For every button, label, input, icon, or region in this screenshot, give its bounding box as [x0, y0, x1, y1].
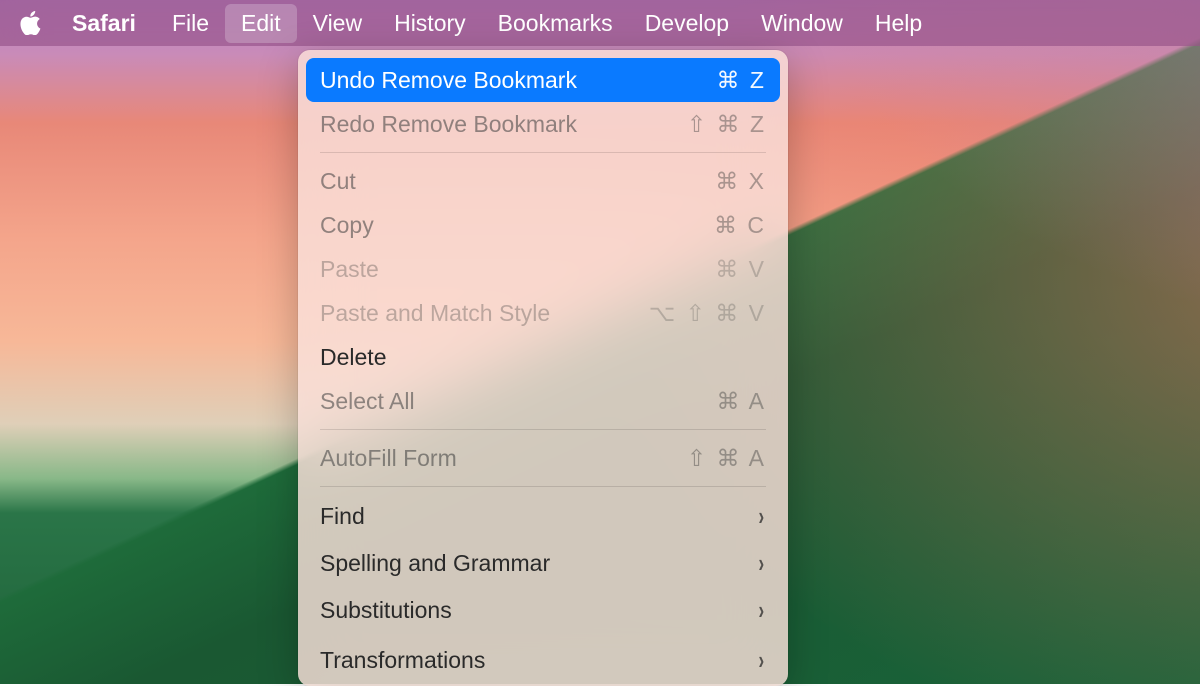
menuitem-label: Paste and Match Style	[320, 300, 550, 327]
menuitem-label: Select All	[320, 388, 415, 415]
menuitem-select-all[interactable]: Select All ⌘ A	[306, 379, 780, 423]
menuitem-paste: Paste ⌘ V	[306, 247, 780, 291]
menu-history[interactable]: History	[378, 4, 482, 43]
menuitem-delete[interactable]: Delete	[306, 335, 780, 379]
menuitem-shortcut: ⌘ Z	[717, 67, 766, 94]
menuitem-label: Copy	[320, 212, 374, 239]
menuitem-shortcut: ⌘ X	[715, 168, 766, 195]
chevron-right-icon: ›	[759, 595, 765, 626]
menu-divider	[320, 152, 766, 153]
menuitem-autofill-form[interactable]: AutoFill Form ⇧ ⌘ A	[306, 436, 780, 480]
menu-divider	[320, 486, 766, 487]
menuitem-shortcut: ⌘ V	[715, 256, 766, 283]
edit-dropdown-menu: Undo Remove Bookmark ⌘ Z Redo Remove Boo…	[298, 50, 788, 686]
menuitem-redo[interactable]: Redo Remove Bookmark ⇧ ⌘ Z	[306, 102, 780, 146]
menuitem-find[interactable]: Find ›	[306, 493, 780, 540]
menu-window[interactable]: Window	[745, 4, 859, 43]
menu-view[interactable]: View	[297, 4, 378, 43]
menuitem-label: AutoFill Form	[320, 445, 457, 472]
menuitem-shortcut: ⇧ ⌘ A	[687, 445, 766, 472]
chevron-right-icon: ›	[759, 645, 765, 676]
menuitem-cut[interactable]: Cut ⌘ X	[306, 159, 780, 203]
menuitem-undo[interactable]: Undo Remove Bookmark ⌘ Z	[306, 58, 780, 102]
menuitem-transformations[interactable]: Transformations ›	[306, 634, 780, 678]
menu-divider	[320, 429, 766, 430]
menuitem-copy[interactable]: Copy ⌘ C	[306, 203, 780, 247]
menu-help[interactable]: Help	[859, 4, 938, 43]
apple-menu-icon[interactable]	[18, 11, 42, 35]
menuitem-label: Find	[320, 503, 365, 530]
menuitem-label: Delete	[320, 344, 386, 371]
menuitem-paste-match-style: Paste and Match Style ⌥ ⇧ ⌘ V	[306, 291, 780, 335]
menuitem-label: Redo Remove Bookmark	[320, 111, 577, 138]
menuitem-label: Transformations	[320, 647, 485, 674]
chevron-right-icon: ›	[759, 548, 765, 579]
menuitem-shortcut: ⌘ A	[717, 388, 766, 415]
menuitem-label: Cut	[320, 168, 356, 195]
chevron-right-icon: ›	[759, 501, 765, 532]
menuitem-label: Spelling and Grammar	[320, 550, 550, 577]
menuitem-label: Substitutions	[320, 597, 452, 624]
system-menubar: Safari File Edit View History Bookmarks …	[0, 0, 1200, 46]
menuitem-substitutions[interactable]: Substitutions ›	[306, 587, 780, 634]
menuitem-spelling-grammar[interactable]: Spelling and Grammar ›	[306, 540, 780, 587]
menuitem-label: Undo Remove Bookmark	[320, 67, 577, 94]
menuitem-shortcut: ⇧ ⌘ Z	[687, 111, 766, 138]
menuitem-shortcut: ⌥ ⇧ ⌘ V	[649, 300, 766, 327]
menuitem-label: Paste	[320, 256, 379, 283]
menu-edit[interactable]: Edit	[225, 4, 297, 43]
menuitem-shortcut: ⌘ C	[714, 212, 766, 239]
app-name[interactable]: Safari	[60, 6, 148, 41]
menu-develop[interactable]: Develop	[629, 4, 745, 43]
menu-file[interactable]: File	[156, 4, 225, 43]
menu-bookmarks[interactable]: Bookmarks	[482, 4, 629, 43]
